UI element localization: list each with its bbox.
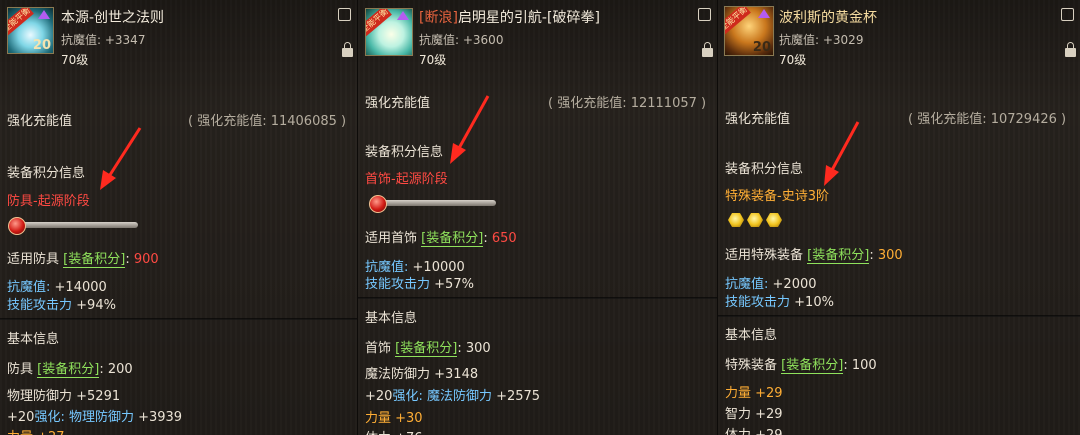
red-arrow-annotation	[100, 127, 142, 190]
red-arrow-annotation	[824, 121, 860, 186]
equipment-panel-3: 全能平衡 20 波利斯的黄金杯 抗魔值: +3029 70级 强化充能值 ( 强…	[717, 0, 1080, 435]
red-arrow-annotation	[450, 95, 490, 164]
equipment-panel-2: 全能平衡 [断浪]启明星的引航-[破碎拳] 抗魔值: +3600 70级 强化充…	[357, 0, 717, 435]
equipment-comparison: 全能平衡 20 本源-创世之法则 抗魔值: +3347 70级 强化充能值 ( …	[0, 0, 1080, 435]
equipment-panel-1: 全能平衡 20 本源-创世之法则 抗魔值: +3347 70级 强化充能值 ( …	[0, 0, 357, 435]
